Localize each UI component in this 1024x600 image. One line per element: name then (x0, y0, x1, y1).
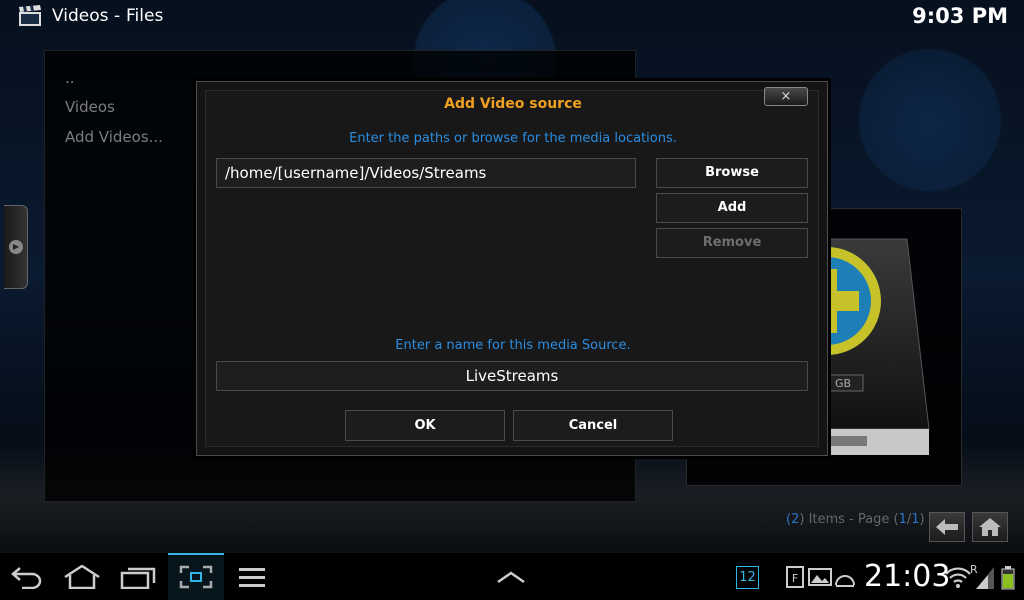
home-icon[interactable] (62, 565, 102, 589)
back-arrow-icon (936, 519, 958, 535)
path-field[interactable]: /home/[username]/Videos/Streams (216, 158, 636, 188)
back-arrow-button[interactable] (929, 512, 965, 542)
sd-card-icon: F (786, 566, 804, 588)
title-separator: - (114, 6, 121, 26)
screenshot-icon[interactable] (179, 565, 213, 589)
remove-button[interactable]: Remove (656, 228, 808, 258)
home-icon (979, 518, 1001, 536)
chevron-up-icon[interactable] (496, 565, 526, 589)
add-video-source-dialog: Add Video source × Enter the paths or br… (196, 81, 828, 456)
pagination-info: (2) Items - Page (1/1) (786, 512, 925, 527)
play-icon: ▶ (9, 240, 23, 254)
drive-label: GB (835, 377, 851, 390)
notification-count[interactable]: 12 (736, 566, 759, 589)
list-item-parent[interactable]: .. (65, 69, 75, 87)
menu-icon[interactable] (238, 565, 266, 589)
window-subtitle: Files (126, 6, 164, 26)
paths-hint: Enter the paths or browse for the media … (349, 131, 677, 146)
browse-button[interactable]: Browse (656, 158, 808, 188)
side-menu-handle[interactable]: ▶ (4, 205, 28, 289)
total-pages: 1 (911, 512, 920, 527)
list-item-videos[interactable]: Videos (65, 98, 115, 116)
close-icon: × (780, 89, 792, 104)
system-clock: 21:03 (864, 559, 951, 594)
current-page: 1 (898, 512, 907, 527)
source-name-field[interactable]: LiveStreams (216, 361, 808, 391)
wifi-icon (945, 567, 971, 588)
usb-debug-icon (835, 575, 855, 587)
recent-apps-icon[interactable] (120, 565, 158, 589)
gallery-icon (808, 568, 832, 586)
dialog-title: Add Video source (444, 96, 582, 112)
header-bar: Videos - Files 9:03 PM (0, 0, 1024, 36)
back-icon[interactable] (10, 565, 44, 589)
clapperboard-icon (19, 5, 41, 26)
system-bar: 12 F 21:03 R (0, 552, 1024, 600)
home-button[interactable] (972, 512, 1008, 542)
close-button[interactable]: × (764, 87, 808, 106)
list-item-add-videos[interactable]: Add Videos... (65, 128, 163, 146)
ok-button[interactable]: OK (345, 410, 505, 441)
kodi-clock: 9:03 PM (912, 4, 1008, 28)
battery-icon (1001, 566, 1015, 590)
signal-icon (976, 567, 994, 589)
add-button[interactable]: Add (656, 193, 808, 223)
cancel-button[interactable]: Cancel (513, 410, 673, 441)
svg-text:F: F (792, 572, 798, 585)
name-hint: Enter a name for this media Source. (395, 338, 631, 353)
window-title: Videos (52, 6, 109, 26)
